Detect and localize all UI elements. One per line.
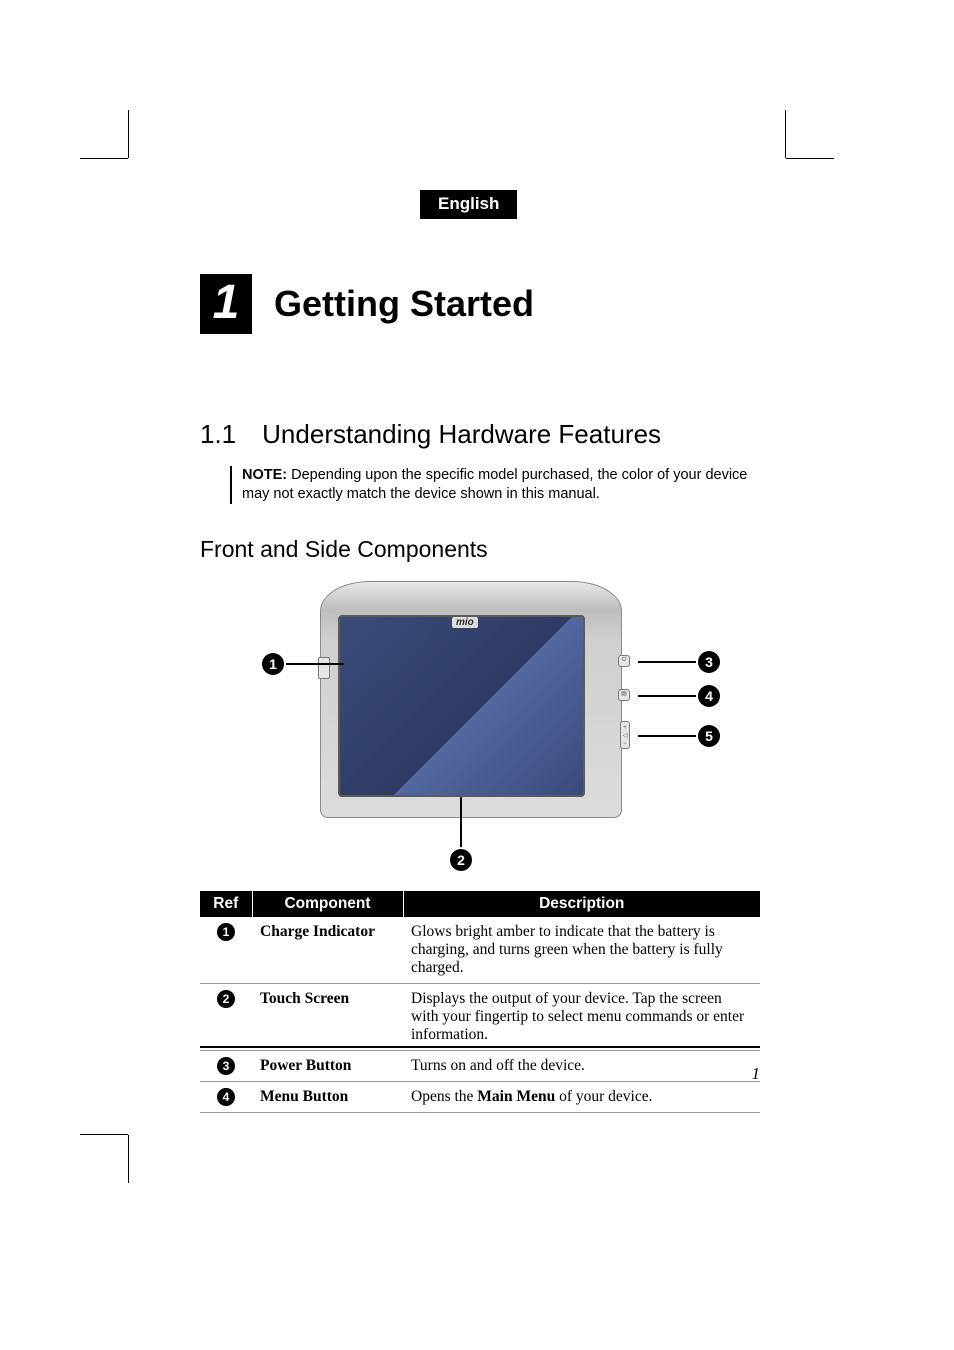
- section-number: 1.1: [200, 419, 236, 450]
- callout-line: [286, 663, 344, 665]
- callout-2: 2: [450, 797, 472, 871]
- th-ref: Ref: [200, 891, 252, 917]
- callout-line: [638, 695, 696, 697]
- chapter-heading: 1 Getting Started: [200, 274, 760, 334]
- chapter-number-box: 1: [200, 274, 252, 334]
- crop-mark: [786, 158, 834, 159]
- volume-button-icon: + ◁ −: [620, 721, 630, 749]
- page-footer: 1: [200, 1046, 760, 1084]
- device-illustration: mio ⏻ ▤ + ◁ − 1 3 4 5 2: [200, 581, 760, 881]
- language-badge: English: [420, 190, 517, 219]
- callout-number: 1: [262, 653, 284, 675]
- callout-line: [460, 797, 462, 847]
- subsection-heading: Front and Side Components: [200, 536, 760, 563]
- ref-badge: 4: [217, 1088, 235, 1106]
- note-label: NOTE:: [242, 467, 287, 483]
- power-button-icon: ⏻: [618, 655, 630, 667]
- crop-mark: [128, 1135, 129, 1183]
- component-description: Glows bright amber to indicate that the …: [403, 917, 760, 984]
- device-screen: [338, 615, 585, 797]
- section-heading: 1.1 Understanding Hardware Features: [200, 419, 760, 450]
- callout-line: [638, 661, 696, 663]
- note-block: NOTE: Depending upon the specific model …: [230, 466, 760, 504]
- table-row: 4 Menu Button Opens the Main Menu of you…: [200, 1081, 760, 1112]
- callout-5: 5: [638, 725, 720, 747]
- component-description: Displays the output of your device. Tap …: [403, 983, 760, 1050]
- page-number: 1: [200, 1064, 760, 1084]
- chapter-title: Getting Started: [274, 283, 534, 325]
- callout-number: 5: [698, 725, 720, 747]
- callout-3: 3: [638, 651, 720, 673]
- device-logo: mio: [452, 617, 478, 628]
- section-title: Understanding Hardware Features: [262, 419, 661, 449]
- menu-button-icon: ▤: [618, 689, 630, 701]
- note-text: Depending upon the specific model purcha…: [242, 467, 747, 502]
- table-row: 1 Charge Indicator Glows bright amber to…: [200, 917, 760, 984]
- th-description: Description: [403, 891, 760, 917]
- table-row: 2 Touch Screen Displays the output of yo…: [200, 983, 760, 1050]
- crop-mark: [80, 1134, 128, 1135]
- component-name: Menu Button: [252, 1081, 403, 1112]
- callout-1: 1: [262, 653, 344, 675]
- footer-divider: [200, 1046, 760, 1048]
- component-name: Touch Screen: [252, 983, 403, 1050]
- th-component: Component: [252, 891, 403, 917]
- manual-page: English 1 Getting Started 1.1 Understandi…: [0, 0, 954, 1350]
- callout-line: [638, 735, 696, 737]
- crop-mark: [128, 110, 129, 158]
- ref-badge: 1: [217, 923, 235, 941]
- callout-number: 3: [698, 651, 720, 673]
- callout-number: 2: [450, 849, 472, 871]
- crop-mark: [80, 158, 128, 159]
- page-content: English 1 Getting Started 1.1 Understandi…: [200, 190, 760, 1113]
- callout-number: 4: [698, 685, 720, 707]
- component-description: Opens the Main Menu of your device.: [403, 1081, 760, 1112]
- crop-mark: [785, 110, 786, 158]
- component-name: Charge Indicator: [252, 917, 403, 984]
- ref-badge: 2: [217, 990, 235, 1008]
- callout-4: 4: [638, 685, 720, 707]
